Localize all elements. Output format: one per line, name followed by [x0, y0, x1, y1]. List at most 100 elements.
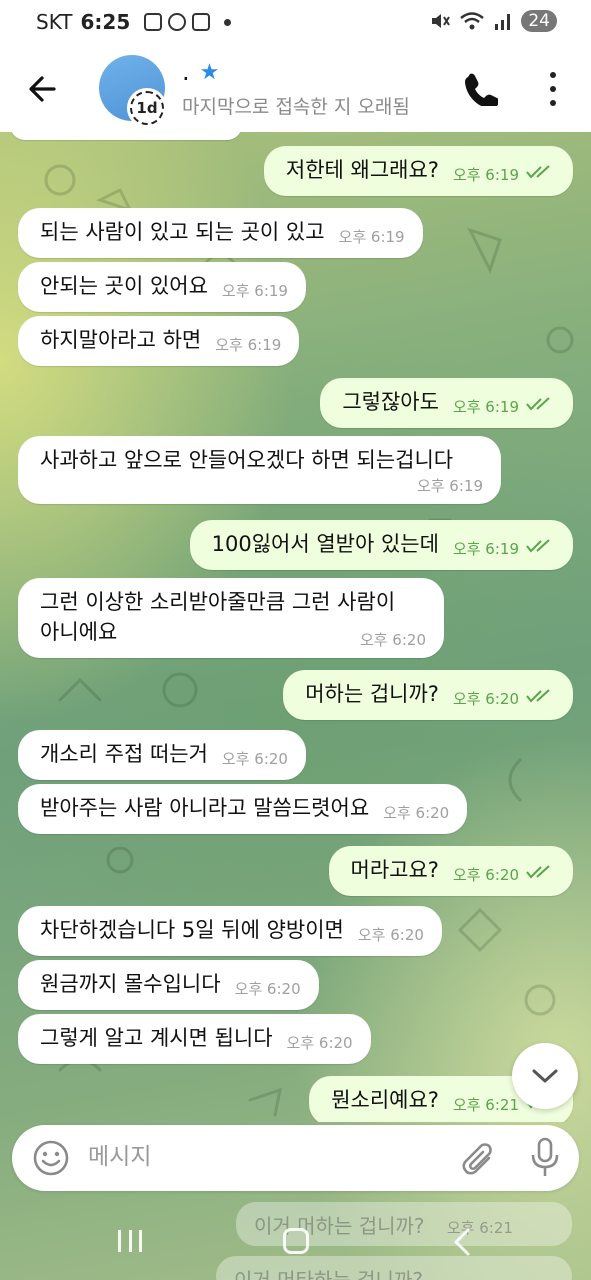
message-time: 오후 6:19	[452, 398, 519, 416]
message-text: 받아주는 사람 아니라고 말씀드렷어요	[40, 796, 370, 820]
status-left: SKT 6:25	[36, 10, 232, 34]
system-back-button[interactable]	[452, 1228, 472, 1256]
message-composer	[12, 1125, 579, 1191]
message-time: 오후 6:20	[383, 804, 450, 822]
message-input[interactable]	[88, 1135, 448, 1179]
recent-apps-button[interactable]	[118, 1230, 142, 1252]
wifi-icon	[460, 12, 485, 30]
contact-name: .	[182, 58, 190, 86]
bar-icon	[118, 1230, 121, 1252]
story-badge: 1d	[127, 88, 167, 128]
message-outgoing[interactable]: 머라고요? 오후 6:20	[328, 846, 573, 896]
message-text-line: 그런 이상한 소리받아줄만큼 그런 사람이	[40, 590, 396, 614]
home-button[interactable]	[283, 1228, 309, 1254]
message-time: 오후 6:19	[338, 228, 405, 246]
battery-level: 24	[521, 10, 557, 32]
smile-icon	[33, 1140, 69, 1176]
story-badge-label: 1d	[130, 91, 164, 125]
chat-header: 1d . ★ 마지막으로 접속한 지 오래됨	[0, 48, 591, 132]
message-time: 오후 6:20	[286, 1034, 353, 1052]
attach-button[interactable]	[458, 1139, 496, 1177]
message-text: 그렇잖아도	[342, 390, 439, 414]
read-ticks-icon	[526, 397, 550, 411]
message-time: 오후 6:19	[215, 336, 282, 354]
emoji-button[interactable]	[32, 1139, 70, 1177]
mute-icon	[432, 14, 451, 28]
message-partial	[10, 132, 242, 140]
message-incoming[interactable]: 차단하겠습니다 5일 뒤에 양방이면 오후 6:20	[18, 906, 442, 956]
screenshot-icon	[144, 13, 163, 31]
message-list[interactable]: 저한테 왜그래요? 오후 6:19 되는 사람이 있고 되는 곳이 있고 오후 6:…	[0, 132, 591, 1122]
message-incoming[interactable]: 그런 이상한 소리받아줄만큼 그런 사람이 아니에요 오후 6:20	[18, 578, 444, 658]
more-notifications-icon	[224, 18, 232, 26]
chevron-left-icon	[454, 1228, 470, 1256]
chevron-down-icon	[532, 1069, 558, 1083]
message-incoming[interactable]: 받아주는 사람 아니라고 말씀드렷어요 오후 6:20	[18, 784, 468, 834]
back-button[interactable]	[22, 68, 64, 110]
message-text: 원금까지 몰수입니다	[40, 972, 221, 996]
message-incoming[interactable]: 안되는 곳이 있어요 오후 6:19	[18, 262, 306, 312]
chat-title[interactable]: . ★	[182, 58, 219, 86]
read-ticks-icon	[526, 865, 550, 879]
message-outgoing[interactable]: 저한테 왜그래요? 오후 6:19	[263, 146, 573, 196]
message-outgoing[interactable]: 그렇잖아도 오후 6:19	[320, 378, 573, 428]
message-time: 오후 6:19	[452, 540, 519, 558]
message-incoming[interactable]: 사과하고 앞으로 안들어오겠다 하면 되는겁니다 오후 6:19	[18, 436, 501, 504]
message-time: 오후 6:20	[452, 866, 519, 884]
message-text: 차단하겠습니다 5일 뒤에 양방이면	[40, 918, 344, 942]
message-time: 오후 6:19	[221, 282, 288, 300]
read-ticks-icon	[526, 689, 550, 703]
dot-icon	[550, 72, 556, 78]
message-text: 되는 사람이 있고 되는 곳이 있고	[40, 220, 325, 244]
clock: 6:25	[80, 10, 131, 34]
message-time: 오후 6:20	[357, 926, 424, 944]
dot-icon	[550, 100, 556, 106]
message-incoming[interactable]: 하지말아라고 하면 오후 6:19	[18, 316, 300, 366]
message-time: 오후 6:20	[452, 690, 519, 708]
message-time: 오후 6:20	[221, 750, 288, 768]
scroll-to-bottom-button[interactable]	[512, 1043, 578, 1109]
phone-icon	[465, 73, 500, 109]
status-bar: SKT 6:25 24	[0, 0, 591, 48]
message-outgoing[interactable]: 100잃어서 열받아 있는데 오후 6:19	[189, 520, 573, 570]
message-text: 개소리 주접 떠는거	[40, 742, 208, 766]
message-text: 하지말아라고 하면	[40, 328, 202, 352]
more-options-button[interactable]	[540, 68, 566, 110]
notification-icons	[144, 13, 232, 31]
message-incoming[interactable]: 개소리 주접 떠는거 오후 6:20	[18, 730, 306, 780]
bar-icon	[139, 1230, 142, 1252]
message-text: 그렇게 알고 계시면 됩니다	[40, 1026, 273, 1050]
bar-icon	[128, 1230, 132, 1252]
message-text: 뭔소리예요?	[331, 1088, 439, 1112]
message-time: 오후 6:21	[452, 1096, 519, 1114]
carrier-label: SKT	[36, 10, 73, 34]
message-text: 사과하고 앞으로 안들어오겠다 하면 되는겁니다	[40, 448, 454, 472]
read-ticks-icon	[526, 539, 550, 553]
message-time: 오후 6:20	[234, 980, 301, 998]
message-text: 머하는 겁니까?	[305, 682, 439, 706]
message-time: 오후 6:19	[452, 166, 519, 184]
message-text: 머라고요?	[350, 858, 439, 882]
message-text: 저한테 왜그래요?	[285, 158, 439, 182]
microphone-button[interactable]	[530, 1137, 560, 1179]
microphone-icon	[531, 1137, 559, 1176]
message-incoming[interactable]: 되는 사람이 있고 되는 곳이 있고 오후 6:19	[18, 208, 423, 258]
call-button[interactable]	[462, 70, 500, 109]
sync-icon	[168, 13, 187, 31]
telegram-chat-screen: SKT 6:25 24 1d . ★ 마지막으로 접속한 지 오래됨 저한테 왜…	[0, 0, 591, 1280]
message-text: 안되는 곳이 있어요	[40, 274, 208, 298]
calendar-icon	[192, 13, 211, 31]
read-ticks-icon	[526, 165, 550, 179]
dot-icon	[550, 86, 556, 92]
star-icon: ★	[199, 59, 220, 85]
status-right: 24	[429, 10, 557, 32]
message-incoming[interactable]: 그렇게 알고 계시면 됩니다 오후 6:20	[18, 1014, 371, 1064]
message-time: 오후 6:19	[416, 477, 483, 495]
message-outgoing[interactable]: 머하는 겁니까? 오후 6:20	[283, 670, 573, 720]
system-navigation-bar	[0, 1200, 591, 1280]
arrow-left-icon	[29, 76, 56, 102]
message-text: 100잃어서 열받아 있는데	[211, 532, 439, 556]
last-seen-status: 마지막으로 접속한 지 오래됨	[182, 96, 410, 118]
message-incoming[interactable]: 원금까지 몰수입니다 오후 6:20	[18, 960, 319, 1010]
paperclip-icon	[462, 1143, 492, 1175]
